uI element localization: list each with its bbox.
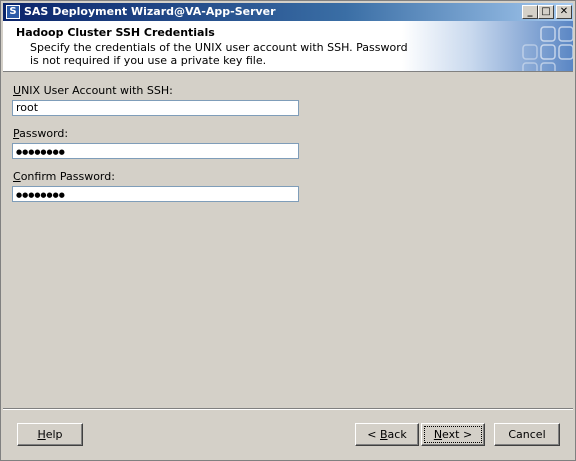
minimize-icon: _ (527, 6, 533, 17)
back-button[interactable]: < Back (355, 423, 419, 446)
title-bar[interactable]: S SAS Deployment Wizard@VA-App-Server _ … (3, 3, 573, 21)
confirm-password-input[interactable]: ●●●●●●●● (12, 186, 299, 202)
close-icon: ✕ (559, 6, 569, 17)
page-title: Hadoop Cluster SSH Credentials (16, 26, 215, 39)
confirm-password-label: Confirm Password: (13, 170, 115, 183)
help-button[interactable]: Help (17, 423, 83, 446)
close-button[interactable]: ✕ (556, 5, 572, 19)
sas-app-icon: S (6, 5, 20, 19)
page-description: Specify the credentials of the UNIX user… (30, 41, 408, 67)
maximize-button[interactable]: □ (538, 5, 554, 19)
window-title: SAS Deployment Wizard@VA-App-Server (24, 5, 276, 18)
unix-user-input[interactable]: root (12, 100, 299, 116)
maximize-icon: □ (541, 6, 551, 17)
banner-decoration-graphic (522, 26, 573, 71)
minimize-button[interactable]: _ (522, 5, 538, 19)
password-input[interactable]: ●●●●●●●● (12, 143, 299, 159)
cancel-button[interactable]: Cancel (494, 423, 560, 446)
next-button[interactable]: Next > (421, 423, 485, 446)
unix-user-label: UNIX User Account with SSH: (13, 84, 173, 97)
footer-separator (3, 408, 573, 410)
password-label: Password: (13, 127, 69, 140)
wizard-window: S SAS Deployment Wizard@VA-App-Server _ … (0, 0, 576, 461)
header-banner: Hadoop Cluster SSH Credentials Specify t… (3, 21, 573, 72)
